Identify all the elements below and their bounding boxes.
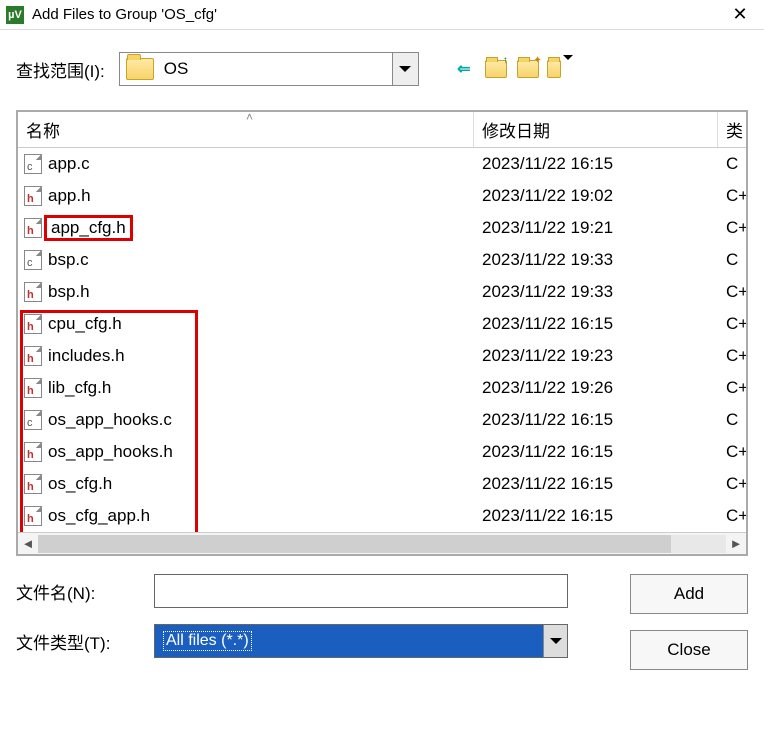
file-name: bsp.c — [48, 250, 89, 270]
file-name: app.h — [48, 186, 91, 206]
chevron-down-icon[interactable] — [392, 53, 418, 85]
header-file-icon — [24, 474, 42, 494]
close-icon[interactable]: ✕ — [716, 0, 764, 30]
file-name: lib_cfg.h — [48, 378, 111, 398]
file-date: 2023/11/22 19:02 — [474, 186, 718, 206]
file-date: 2023/11/22 16:15 — [474, 442, 718, 462]
file-date: 2023/11/22 19:33 — [474, 282, 718, 302]
window-title: Add Files to Group 'OS_cfg' — [32, 6, 716, 23]
file-type: C+ — [718, 218, 746, 238]
horizontal-scrollbar[interactable]: ◄ ► — [18, 532, 746, 554]
file-rows: app.c2023/11/22 16:15C app.h2023/11/22 1… — [18, 148, 746, 532]
filename-input[interactable] — [154, 574, 568, 608]
file-row[interactable]: includes.h 2023/11/22 19:23C+ — [18, 340, 746, 372]
file-row[interactable]: app.h 2023/11/22 19:02C+ — [18, 180, 746, 212]
lookin-combo[interactable]: OS — [119, 52, 419, 86]
file-name: cpu_cfg.h — [48, 314, 122, 334]
file-date: 2023/11/22 16:15 — [474, 154, 718, 174]
app-icon: µV — [6, 6, 24, 24]
file-list: ˄ 名称 修改日期 类 app.c2023/11/22 16:15C app.h… — [16, 110, 748, 556]
file-name: os_cfg.h — [48, 474, 112, 494]
file-date: 2023/11/22 16:15 — [474, 410, 718, 430]
file-type: C+ — [718, 346, 746, 366]
filename-label: 文件名(N): — [16, 579, 154, 604]
c-file-icon — [24, 410, 42, 430]
header-file-icon — [24, 218, 42, 238]
close-button[interactable]: Close — [630, 630, 748, 670]
view-menu-icon[interactable] — [547, 56, 573, 82]
file-type: C+ — [718, 442, 746, 462]
title-bar: µV Add Files to Group 'OS_cfg' ✕ — [0, 0, 764, 30]
file-name: os_cfg_app.h — [48, 506, 150, 526]
file-type: C — [718, 154, 746, 174]
file-date: 2023/11/22 19:21 — [474, 218, 718, 238]
file-date: 2023/11/22 19:23 — [474, 346, 718, 366]
file-name: app_cfg.h — [44, 215, 133, 241]
scroll-right-icon[interactable]: ► — [726, 535, 746, 553]
file-type: C+ — [718, 186, 746, 206]
file-type: C — [718, 250, 746, 270]
file-row[interactable]: bsp.c 2023/11/22 19:33C — [18, 244, 746, 276]
c-file-icon — [24, 250, 42, 270]
scroll-track[interactable] — [38, 535, 726, 553]
filetype-label: 文件类型(T): — [16, 629, 154, 654]
new-folder-icon[interactable] — [515, 56, 541, 82]
sort-indicator-icon: ˄ — [246, 110, 253, 124]
filetype-combo[interactable]: All files (*.*) — [154, 624, 568, 658]
header-file-icon — [24, 506, 42, 526]
lookin-folder-name: OS — [160, 59, 392, 79]
column-headers: ˄ 名称 修改日期 类 — [18, 112, 746, 148]
file-row[interactable]: os_app_hooks.c 2023/11/22 16:15C — [18, 404, 746, 436]
file-row[interactable]: lib_cfg.h 2023/11/22 19:26C+ — [18, 372, 746, 404]
back-icon[interactable]: ⇐ — [451, 56, 477, 82]
scroll-left-icon[interactable]: ◄ — [18, 535, 38, 553]
file-row[interactable]: bsp.h 2023/11/22 19:33C+ — [18, 276, 746, 308]
file-row[interactable]: os_app_hooks.h 2023/11/22 16:15C+ — [18, 436, 746, 468]
add-button[interactable]: Add — [630, 574, 748, 614]
c-file-icon — [24, 154, 42, 174]
header-file-icon — [24, 314, 42, 334]
file-date: 2023/11/22 19:26 — [474, 378, 718, 398]
file-name: includes.h — [48, 346, 125, 366]
lookin-label: 查找范围(I): — [16, 57, 105, 82]
scroll-thumb[interactable] — [38, 535, 671, 553]
file-name: os_app_hooks.c — [48, 410, 172, 430]
file-type: C — [718, 410, 746, 430]
file-name: bsp.h — [48, 282, 90, 302]
chevron-down-icon[interactable] — [543, 625, 567, 657]
file-type: C+ — [718, 474, 746, 494]
file-type: C+ — [718, 314, 746, 334]
file-name: app.c — [48, 154, 90, 174]
file-row[interactable]: os_cfg.h 2023/11/22 16:15C+ — [18, 468, 746, 500]
file-date: 2023/11/22 16:15 — [474, 474, 718, 494]
file-row[interactable]: app.c 2023/11/22 16:15C — [18, 148, 746, 180]
file-date: 2023/11/22 16:15 — [474, 314, 718, 334]
file-date: 2023/11/22 19:33 — [474, 250, 718, 270]
header-file-icon — [24, 442, 42, 462]
file-row[interactable]: os_cfg_app.h 2023/11/22 16:15C+ — [18, 500, 746, 532]
column-header-type[interactable]: 类 — [718, 112, 746, 147]
folder-icon — [126, 58, 154, 80]
header-file-icon — [24, 282, 42, 302]
file-name: os_app_hooks.h — [48, 442, 173, 462]
header-file-icon — [24, 186, 42, 206]
file-row[interactable]: app_cfg.h 2023/11/22 19:21C+ — [18, 212, 746, 244]
filetype-value: All files (*.*) — [163, 631, 252, 651]
file-row[interactable]: cpu_cfg.h 2023/11/22 16:15C+ — [18, 308, 746, 340]
file-type: C+ — [718, 282, 746, 302]
up-one-level-icon[interactable] — [483, 56, 509, 82]
header-file-icon — [24, 378, 42, 398]
file-type: C+ — [718, 506, 746, 526]
column-header-date[interactable]: 修改日期 — [474, 112, 718, 147]
file-date: 2023/11/22 16:15 — [474, 506, 718, 526]
header-file-icon — [24, 346, 42, 366]
file-type: C+ — [718, 378, 746, 398]
